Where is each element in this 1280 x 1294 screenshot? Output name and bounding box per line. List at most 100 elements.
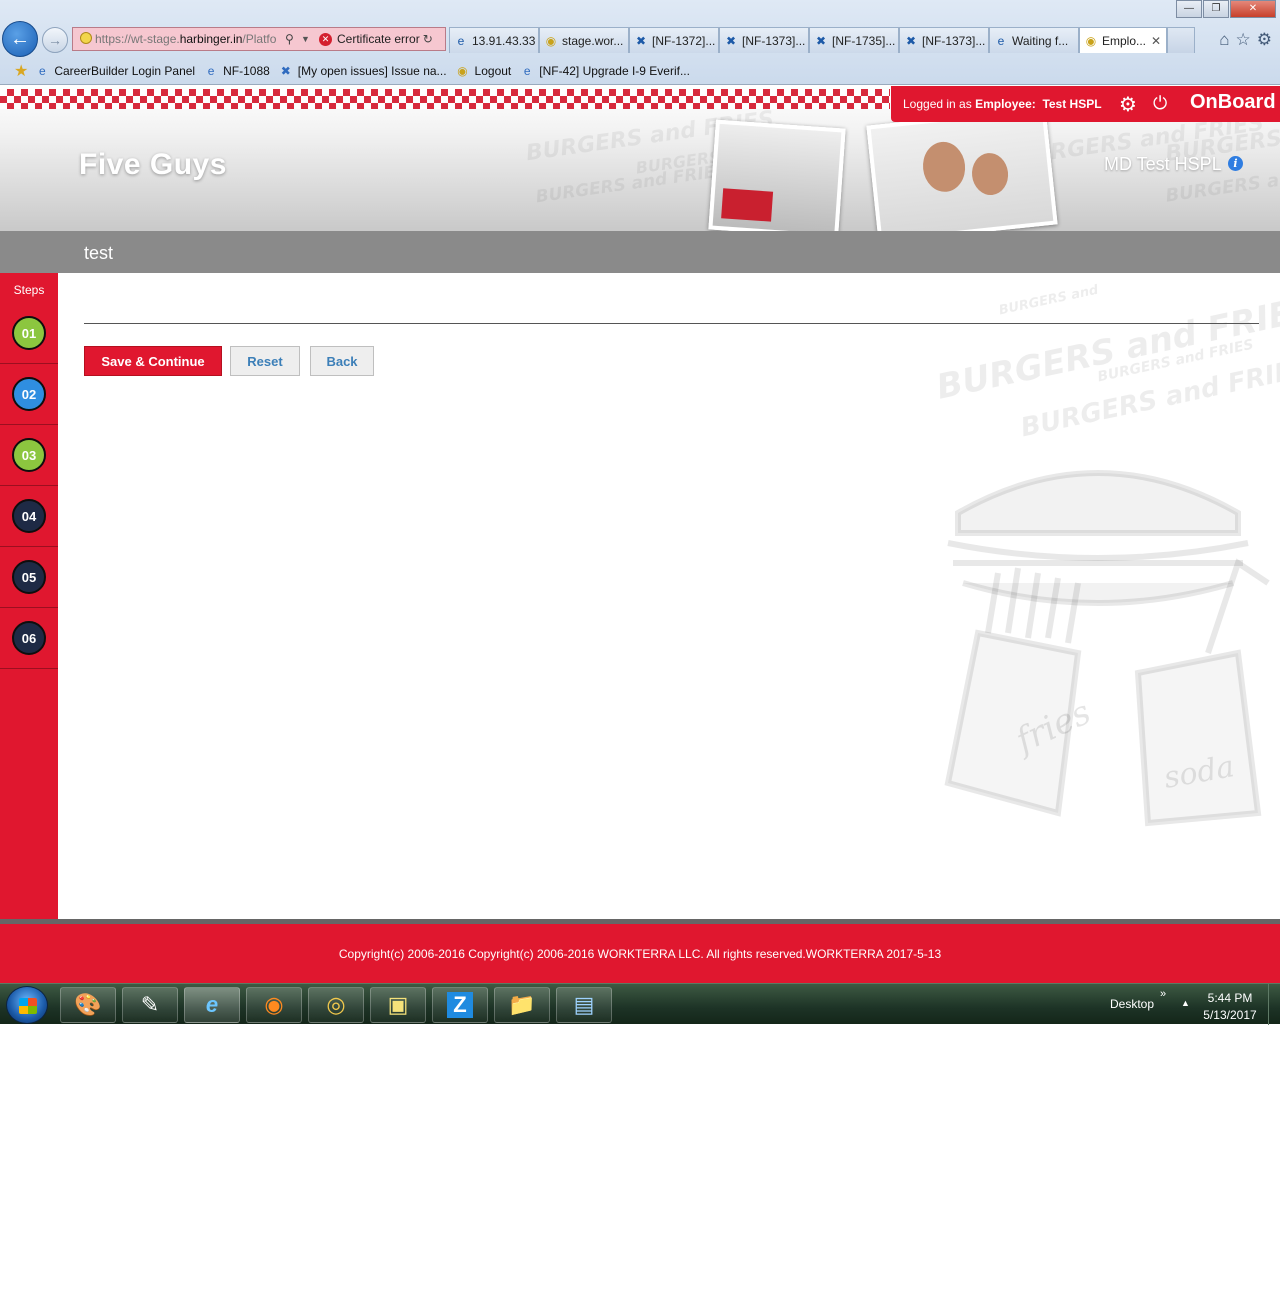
favorite-link[interactable]: e [NF-42] Upgrade I-9 Everif... bbox=[519, 64, 690, 78]
restaurant-photo bbox=[708, 119, 846, 239]
ie-taskbar-button[interactable]: e bbox=[184, 987, 240, 1023]
onboard-app: BURGERS and FRIES BURGERS and FRIES BURG… bbox=[0, 86, 1280, 983]
tab-label: [NF-1373]... bbox=[742, 33, 806, 48]
tab-close-icon[interactable]: ✕ bbox=[1151, 34, 1161, 48]
tab-4[interactable]: ✖ [NF-1373]... bbox=[719, 27, 809, 53]
page-title-bar: test bbox=[0, 231, 1280, 273]
photo-viewer-taskbar-button[interactable]: ▤ bbox=[556, 987, 612, 1023]
favorites-add-icon[interactable]: ★ bbox=[14, 61, 28, 81]
main-content: BURGERS and BURGERS and FRIES BURGERS an… bbox=[58, 273, 1280, 919]
background-watermark: BURGERS and bbox=[997, 282, 1100, 319]
save-continue-button[interactable]: Save & Continue bbox=[84, 346, 222, 376]
favorite-link[interactable]: e CareerBuilder Login Panel bbox=[34, 64, 195, 78]
windows-logo-icon bbox=[19, 998, 37, 1014]
clock[interactable]: 5:44 PM 5/13/2017 bbox=[1200, 990, 1260, 1024]
minimize-button[interactable]: — bbox=[1176, 0, 1202, 18]
step-05[interactable]: 05 bbox=[0, 547, 58, 608]
favorite-label: NF-1088 bbox=[223, 64, 270, 78]
z-app-icon: Z bbox=[447, 992, 473, 1018]
show-hidden-icons-icon[interactable]: ▲ bbox=[1181, 998, 1190, 1008]
desktop-toolbar-label[interactable]: Desktop bbox=[1110, 997, 1154, 1011]
settings-gear-icon[interactable]: ⚙ bbox=[1119, 92, 1137, 117]
chevron-down-icon[interactable]: ▼ bbox=[301, 34, 313, 44]
burger-fries-soda-illustration: fries soda bbox=[944, 470, 1270, 827]
tab-3[interactable]: ✖ [NF-1372]... bbox=[629, 27, 719, 53]
firefox-taskbar-button[interactable]: ◉ bbox=[246, 987, 302, 1023]
steps-sidebar: Steps 01 02 03 04 05 06 bbox=[0, 273, 58, 919]
favorite-link[interactable]: ✖ [My open issues] Issue na... bbox=[278, 64, 447, 78]
home-icon[interactable]: ⌂ bbox=[1219, 30, 1229, 50]
step-02[interactable]: 02 bbox=[0, 364, 58, 425]
tab-label: Emplo... bbox=[1102, 33, 1147, 48]
jira-icon: ✖ bbox=[815, 33, 827, 48]
ie-icon: e bbox=[457, 33, 465, 48]
url-text[interactable]: https://wt-stage.harbinger.in/Platfo bbox=[95, 32, 285, 46]
browser-forward-button[interactable]: → bbox=[42, 27, 68, 53]
tab-2[interactable]: ◉ stage.wor... bbox=[539, 27, 629, 53]
step-04[interactable]: 04 bbox=[0, 486, 58, 547]
restore-button[interactable]: ❐ bbox=[1203, 0, 1229, 18]
windows-taskbar: 🎨 ✎ e ◉ ◎ ▣ Z 📁 ▤ Desktop » ▲ 5:44 PM 5/… bbox=[0, 983, 1280, 1025]
tab-8-active[interactable]: ◉ Emplo... ✕ bbox=[1079, 27, 1167, 53]
user-display-name: MD Test HSPL bbox=[1104, 154, 1222, 174]
ie-icon: e bbox=[523, 64, 531, 78]
step-06[interactable]: 06 bbox=[0, 608, 58, 669]
show-desktop-button[interactable] bbox=[1268, 984, 1280, 1025]
form-divider bbox=[84, 323, 1259, 324]
site-icon: ◉ bbox=[457, 64, 468, 78]
sticky-notes-taskbar-button[interactable]: ▣ bbox=[370, 987, 426, 1023]
step-01[interactable]: 01 bbox=[0, 303, 58, 364]
certificate-error-icon[interactable]: ✕ bbox=[319, 32, 332, 46]
browser-toolbar-icons: ⌂ ☆ ⚙ bbox=[1219, 30, 1272, 50]
favorite-label: [NF-42] Upgrade I-9 Everif... bbox=[539, 64, 690, 78]
tab-7[interactable]: e Waiting f... bbox=[989, 27, 1079, 53]
search-icon[interactable]: ⚲ bbox=[285, 32, 301, 46]
certificate-error-label[interactable]: Certificate error bbox=[337, 32, 420, 46]
chevron-right-icon[interactable]: » bbox=[1160, 988, 1166, 1000]
login-name: Test HSPL bbox=[1042, 97, 1102, 111]
refresh-icon[interactable]: ↻ bbox=[423, 32, 433, 46]
founders-photo bbox=[866, 106, 1058, 244]
clock-date: 5/13/2017 bbox=[1203, 1008, 1257, 1022]
tab-1[interactable]: e 13.91.43.33 bbox=[449, 27, 539, 53]
explorer-taskbar-button[interactable]: 📁 bbox=[494, 987, 550, 1023]
step-03[interactable]: 03 bbox=[0, 425, 58, 486]
tab-label: stage.wor... bbox=[562, 33, 624, 48]
logout-power-icon[interactable]: ⏻ bbox=[1153, 93, 1167, 114]
folder-icon: 📁 bbox=[508, 992, 536, 1017]
ie-icon: e bbox=[207, 64, 215, 78]
close-button[interactable]: ✕ bbox=[1230, 0, 1276, 18]
clock-time: 5:44 PM bbox=[1207, 991, 1253, 1005]
new-tab-button[interactable] bbox=[1167, 27, 1195, 53]
browser-chrome: ← → https://wt-stage.harbinger.in/Platfo… bbox=[0, 0, 1280, 85]
favorite-link[interactable]: e NF-1088 bbox=[203, 64, 270, 78]
favorite-label: [My open issues] Issue na... bbox=[297, 64, 447, 78]
start-button[interactable] bbox=[6, 986, 48, 1024]
tab-strip: e 13.91.43.33 ◉ stage.wor... ✖ [NF-1372]...… bbox=[449, 27, 1195, 53]
tab-label: [NF-1373]... bbox=[922, 33, 986, 48]
z-app-taskbar-button[interactable]: Z bbox=[432, 987, 488, 1023]
reset-button[interactable]: Reset bbox=[230, 346, 300, 376]
paint-taskbar-button[interactable]: 🎨 bbox=[60, 987, 116, 1023]
info-icon[interactable]: i bbox=[1228, 156, 1243, 171]
favorite-link[interactable]: ◉ Logout bbox=[455, 64, 511, 78]
address-bar[interactable]: https://wt-stage.harbinger.in/Platfo ⚲ ▼… bbox=[72, 27, 446, 51]
tab-6[interactable]: ✖ [NF-1373]... bbox=[899, 27, 989, 53]
notepad-taskbar-button[interactable]: ✎ bbox=[122, 987, 178, 1023]
paint-icon: 🎨 bbox=[74, 992, 102, 1017]
browser-back-button[interactable]: ← bbox=[2, 21, 38, 57]
back-button[interactable]: Back bbox=[310, 346, 374, 376]
login-status: Logged in as Employee: Test HSPL bbox=[903, 97, 1102, 111]
site-favicon-icon bbox=[80, 32, 92, 44]
gear-icon[interactable]: ⚙ bbox=[1257, 30, 1272, 50]
chrome-taskbar-button[interactable]: ◎ bbox=[308, 987, 364, 1023]
tab-5[interactable]: ✖ [NF-1735]... bbox=[809, 27, 899, 53]
tab-label: 13.91.43.33 bbox=[472, 33, 536, 48]
notepad-icon: ✎ bbox=[140, 992, 160, 1017]
favorites-bar: ★ e CareerBuilder Login Panel e NF-1088 ✖ [… bbox=[0, 58, 1280, 84]
favorites-star-icon[interactable]: ☆ bbox=[1236, 30, 1251, 50]
step-number: 01 bbox=[12, 316, 46, 350]
copyright-text: Copyright(c) 2006-2016 Copyright(c) 2006… bbox=[338, 946, 942, 961]
brand-title: Five Guys bbox=[79, 148, 227, 181]
step-number: 05 bbox=[12, 560, 46, 594]
